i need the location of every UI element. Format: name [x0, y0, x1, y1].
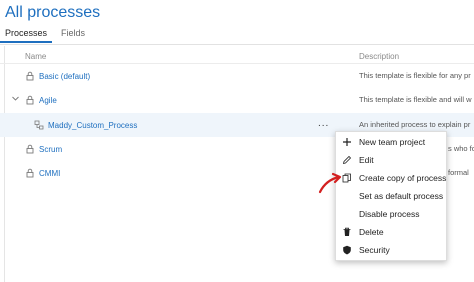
process-name[interactable]: Maddy_Custom_Process [48, 121, 137, 130]
menu-item-label: Set as default process [359, 191, 444, 201]
table-row[interactable]: Basic (default) This template is flexibl… [0, 64, 474, 88]
shield-icon [343, 245, 351, 255]
more-actions-button[interactable]: ... [318, 118, 329, 129]
process-description: This template is flexible for any pr [359, 71, 471, 80]
plus-icon [343, 138, 351, 146]
annotation-arrow-icon [318, 172, 342, 194]
menu-item-label: Disable process [359, 209, 420, 219]
process-description: formal [448, 168, 469, 177]
pencil-icon [342, 155, 352, 165]
menu-item-disable[interactable]: Disable process [336, 205, 448, 223]
trash-icon [343, 227, 351, 236]
menu-item-label: New team project [359, 137, 426, 147]
process-name[interactable]: Scrum [39, 145, 62, 154]
lock-icon [26, 168, 34, 178]
process-description: s who fo [448, 144, 474, 153]
column-header-name[interactable]: Name [25, 52, 46, 61]
menu-item-new-team-project[interactable]: New team project [336, 133, 448, 151]
menu-item-security[interactable]: Security [336, 241, 448, 259]
tab-fields[interactable]: Fields [56, 27, 90, 43]
table-row[interactable]: Agile This template is flexible and will… [0, 88, 474, 112]
menu-item-set-default[interactable]: Set as default process [336, 187, 448, 205]
lock-icon [26, 71, 34, 81]
context-menu: New team project Edit Create copy of pro… [335, 131, 447, 261]
lock-icon [26, 144, 34, 154]
process-description: An inherited process to explain pr [359, 120, 471, 129]
lock-icon [26, 95, 34, 105]
process-name[interactable]: Agile [39, 96, 57, 105]
process-description: This template is flexible and will w [359, 95, 472, 104]
column-header-description[interactable]: Description [359, 52, 399, 61]
menu-item-label: Delete [359, 227, 384, 237]
tab-processes[interactable]: Processes [0, 27, 53, 43]
tab-bar: Processes Fields [0, 27, 90, 45]
menu-item-label: Edit [359, 155, 374, 165]
menu-item-delete[interactable]: Delete [336, 223, 448, 241]
menu-item-label: Security [359, 245, 390, 255]
process-name[interactable]: Basic (default) [39, 72, 90, 81]
menu-item-label: Create copy of process [359, 173, 447, 183]
menu-item-edit[interactable]: Edit [336, 151, 448, 169]
inherited-process-icon [34, 120, 44, 130]
menu-item-create-copy[interactable]: Create copy of process [336, 169, 448, 187]
page-title: All processes [5, 4, 101, 21]
process-name[interactable]: CMMI [39, 169, 60, 178]
chevron-down-icon[interactable] [11, 94, 20, 103]
tabs-divider [0, 44, 474, 45]
